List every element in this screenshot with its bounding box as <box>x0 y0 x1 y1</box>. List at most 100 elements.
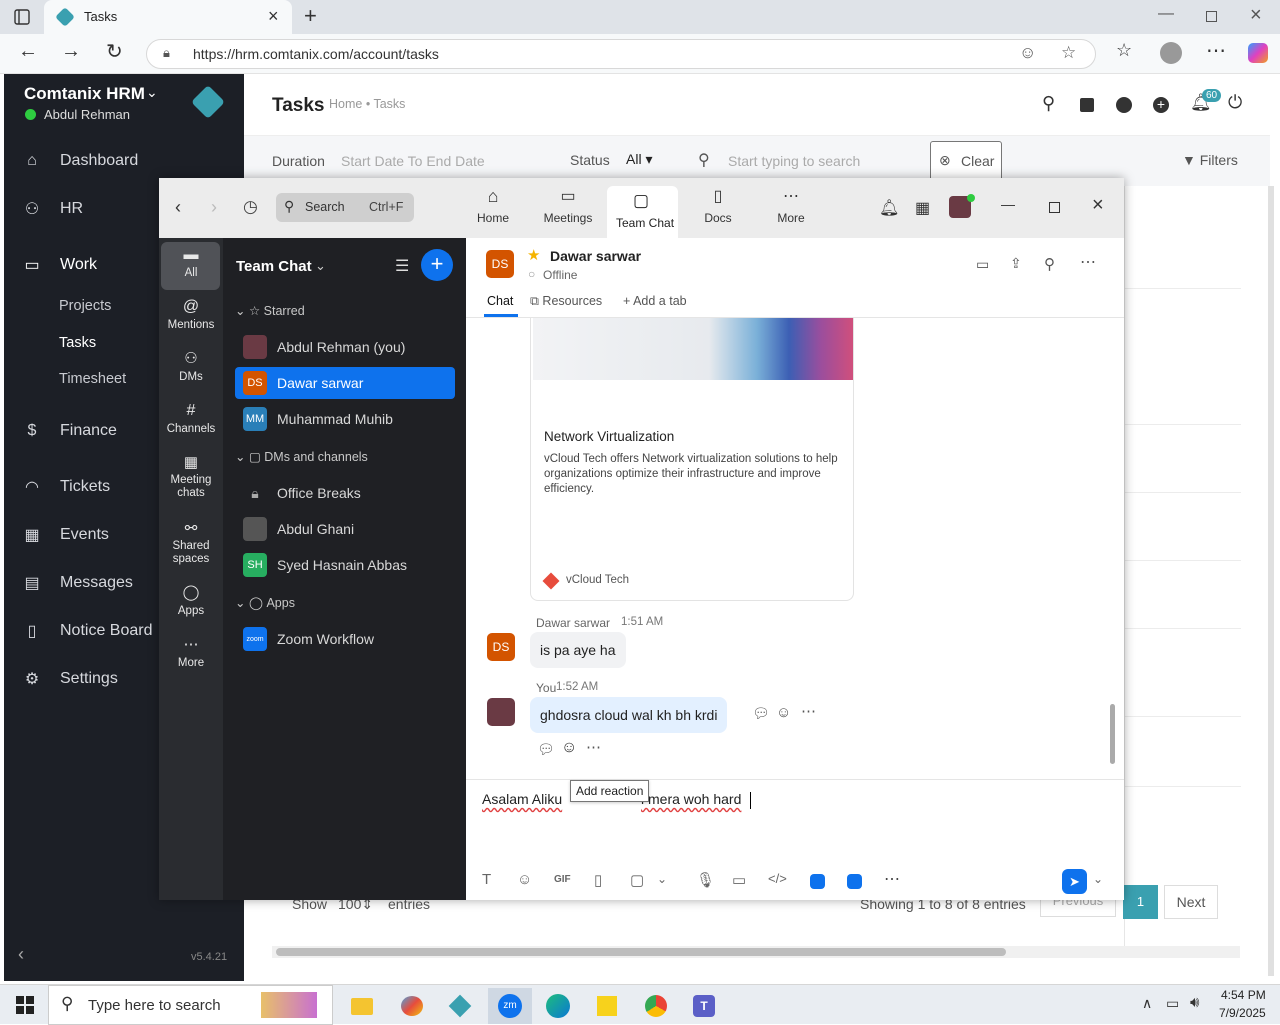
copilot-icon[interactable] <box>1248 43 1268 63</box>
page-1-button[interactable]: 1 <box>1123 885 1158 919</box>
code-icon[interactable]: </> <box>768 871 787 886</box>
maximize-icon[interactable] <box>1049 202 1060 213</box>
tab-chat[interactable]: Chat <box>487 294 513 308</box>
message-bubble[interactable]: is pa aye ha <box>530 632 626 668</box>
more-options-icon[interactable]: ⋯ <box>1080 252 1096 272</box>
zoom-app-icon[interactable] <box>810 874 825 889</box>
reply-icon[interactable]: 💬︎ <box>752 705 770 722</box>
app-logo-icon[interactable] <box>191 85 225 119</box>
send-button[interactable]: ➤ <box>1062 869 1087 894</box>
volume-icon[interactable]: 🔊︎ <box>1190 994 1199 1011</box>
taskbar-search[interactable]: ⚲ Type here to search <box>48 985 333 1025</box>
back-icon[interactable]: ‹ <box>175 197 181 218</box>
chat-item-zoom-workflow[interactable]: zoom Zoom Workflow <box>235 623 455 655</box>
page-scrollbar[interactable] <box>1268 186 1274 976</box>
rail-meeting-chats[interactable]: ▦ Meeting chats <box>159 455 223 500</box>
status-select[interactable]: All ▾ <box>626 151 652 168</box>
bell-icon[interactable]: 🔔︎ <box>879 198 899 218</box>
horizontal-scrollbar[interactable] <box>276 948 1006 956</box>
chevron-down-icon[interactable]: ⌄ <box>657 872 667 886</box>
url-text[interactable]: https://hrm.comtanix.com/account/tasks <box>193 46 439 62</box>
my-avatar[interactable] <box>487 698 515 726</box>
screenshot-icon[interactable]: ▢ <box>630 871 644 889</box>
browser-menu-icon[interactable]: ⋯ <box>1206 38 1226 63</box>
more-options-icon[interactable]: ⋯ <box>586 738 601 756</box>
new-chat-button[interactable]: + <box>421 249 453 281</box>
zoom-tab-more[interactable]: ⋯ More <box>777 186 805 225</box>
windows-start-icon[interactable] <box>16 996 34 1014</box>
minimize-icon[interactable]: — <box>1001 196 1015 212</box>
emoji-reaction-icon[interactable]: ☺ <box>776 704 791 721</box>
zoom-tab-team-chat[interactable]: ▢ Team Chat <box>607 186 678 238</box>
search-icon[interactable]: ⚲ <box>1042 93 1055 114</box>
tab-resources[interactable]: ⧉ Resources <box>530 294 602 309</box>
gif-icon[interactable]: GIF <box>554 874 571 885</box>
chat-item-abdul-ghani[interactable]: Abdul Ghani <box>235 513 455 545</box>
nav-projects[interactable]: Projects <box>59 298 111 314</box>
star-icon[interactable]: ★ <box>527 246 540 264</box>
filters-button[interactable]: ▼ Filters <box>1182 152 1238 168</box>
next-button[interactable]: Next <box>1164 885 1218 919</box>
history-icon[interactable]: ◷ <box>243 197 258 217</box>
nav-timesheet[interactable]: Timesheet <box>59 371 126 387</box>
tray-chevron-icon[interactable]: ∧ <box>1142 995 1152 1012</box>
share-screen-icon[interactable]: ⇪ <box>1010 255 1022 272</box>
minimize-window-icon[interactable]: — <box>1158 5 1174 23</box>
reply-icon[interactable]: 💬︎ <box>537 741 555 758</box>
more-icon[interactable]: ⋯ <box>884 869 900 889</box>
video-call-icon[interactable]: ▭ <box>976 256 989 273</box>
forward-icon[interactable]: → <box>61 40 81 63</box>
tab-add[interactable]: + Add a tab <box>623 294 687 308</box>
company-name[interactable]: Comtanix HRM <box>24 84 145 104</box>
chat-scrollbar[interactable] <box>1110 704 1115 764</box>
logout-icon[interactable]: ⏻ <box>1228 92 1242 113</box>
rail-more[interactable]: ⋯ More <box>159 637 223 670</box>
back-icon[interactable]: ← <box>18 40 38 63</box>
contact-avatar[interactable]: DS <box>486 250 514 278</box>
address-bar[interactable]: 🔒︎ https://hrm.comtanix.com/account/task… <box>146 39 1096 69</box>
add-reaction-icon[interactable]: ☺ <box>561 739 577 757</box>
clock-icon[interactable] <box>1116 97 1132 113</box>
calendar-icon[interactable]: ▦ <box>915 198 930 218</box>
chat-item-office-breaks[interactable]: 🔒︎ Office Breaks <box>235 477 455 509</box>
file-explorer-icon[interactable] <box>340 988 384 1024</box>
close-window-icon[interactable]: × <box>1250 4 1262 27</box>
close-icon[interactable]: × <box>1092 194 1104 217</box>
emoji-icon[interactable]: ☺ <box>517 871 532 888</box>
link-preview-card[interactable]: Network Virtualization vCloud Tech offer… <box>530 318 854 601</box>
video-message-icon[interactable]: ▭ <box>732 871 746 889</box>
team-chat-title[interactable]: Team Chat <box>236 258 312 275</box>
rail-shared-spaces[interactable]: ⚯ Shared spaces <box>159 521 223 566</box>
add-icon[interactable]: + <box>1153 97 1169 113</box>
restore-window-icon[interactable] <box>1206 11 1217 22</box>
message-bubble[interactable]: ghdosra cloud wal kh bh krdi <box>530 697 728 733</box>
section-starred[interactable]: ⌄ ☆ Starred <box>235 303 305 319</box>
nav-tasks[interactable]: Tasks <box>59 335 96 351</box>
clock-time[interactable]: 4:54 PM <box>1221 988 1266 1002</box>
new-tab-icon[interactable]: + <box>304 3 317 29</box>
section-apps[interactable]: ⌄ ◯ Apps <box>235 595 295 611</box>
search-icon[interactable]: ⚲ <box>1044 255 1055 273</box>
forward-icon[interactable]: › <box>211 197 217 218</box>
text-format-icon[interactable]: T <box>482 871 491 888</box>
network-icon[interactable]: ▭ <box>1166 995 1179 1012</box>
sticky-note-icon[interactable] <box>1080 98 1094 112</box>
duration-picker[interactable]: Start Date To End Date <box>341 153 485 169</box>
chevron-down-icon[interactable]: ⌄ <box>315 258 326 274</box>
tab-close-icon[interactable]: × <box>268 6 279 27</box>
rail-mentions[interactable]: @ Mentions <box>159 299 223 332</box>
zoom-tab-meetings[interactable]: ▭ Meetings <box>542 186 594 225</box>
zoom-app-icon[interactable] <box>847 874 862 889</box>
reading-mode-icon[interactable]: ☺ <box>1019 43 1036 63</box>
rail-apps[interactable]: ◯ Apps <box>159 585 223 618</box>
hrm-app-icon[interactable] <box>438 988 482 1024</box>
clear-button[interactable]: ⊗ Clear <box>930 141 1002 181</box>
filter-icon[interactable]: ☰ <box>395 256 409 276</box>
paint-icon[interactable] <box>390 988 434 1024</box>
company-dropdown-icon[interactable]: ⌄ <box>146 84 158 101</box>
contact-name[interactable]: Dawar sarwar <box>550 248 641 264</box>
microphone-icon[interactable]: 🎙︎ <box>696 871 715 889</box>
teams-icon[interactable]: T <box>682 988 726 1024</box>
rail-dms[interactable]: ⚇ DMs <box>159 351 223 384</box>
rail-channels[interactable]: # Channels <box>159 403 223 436</box>
